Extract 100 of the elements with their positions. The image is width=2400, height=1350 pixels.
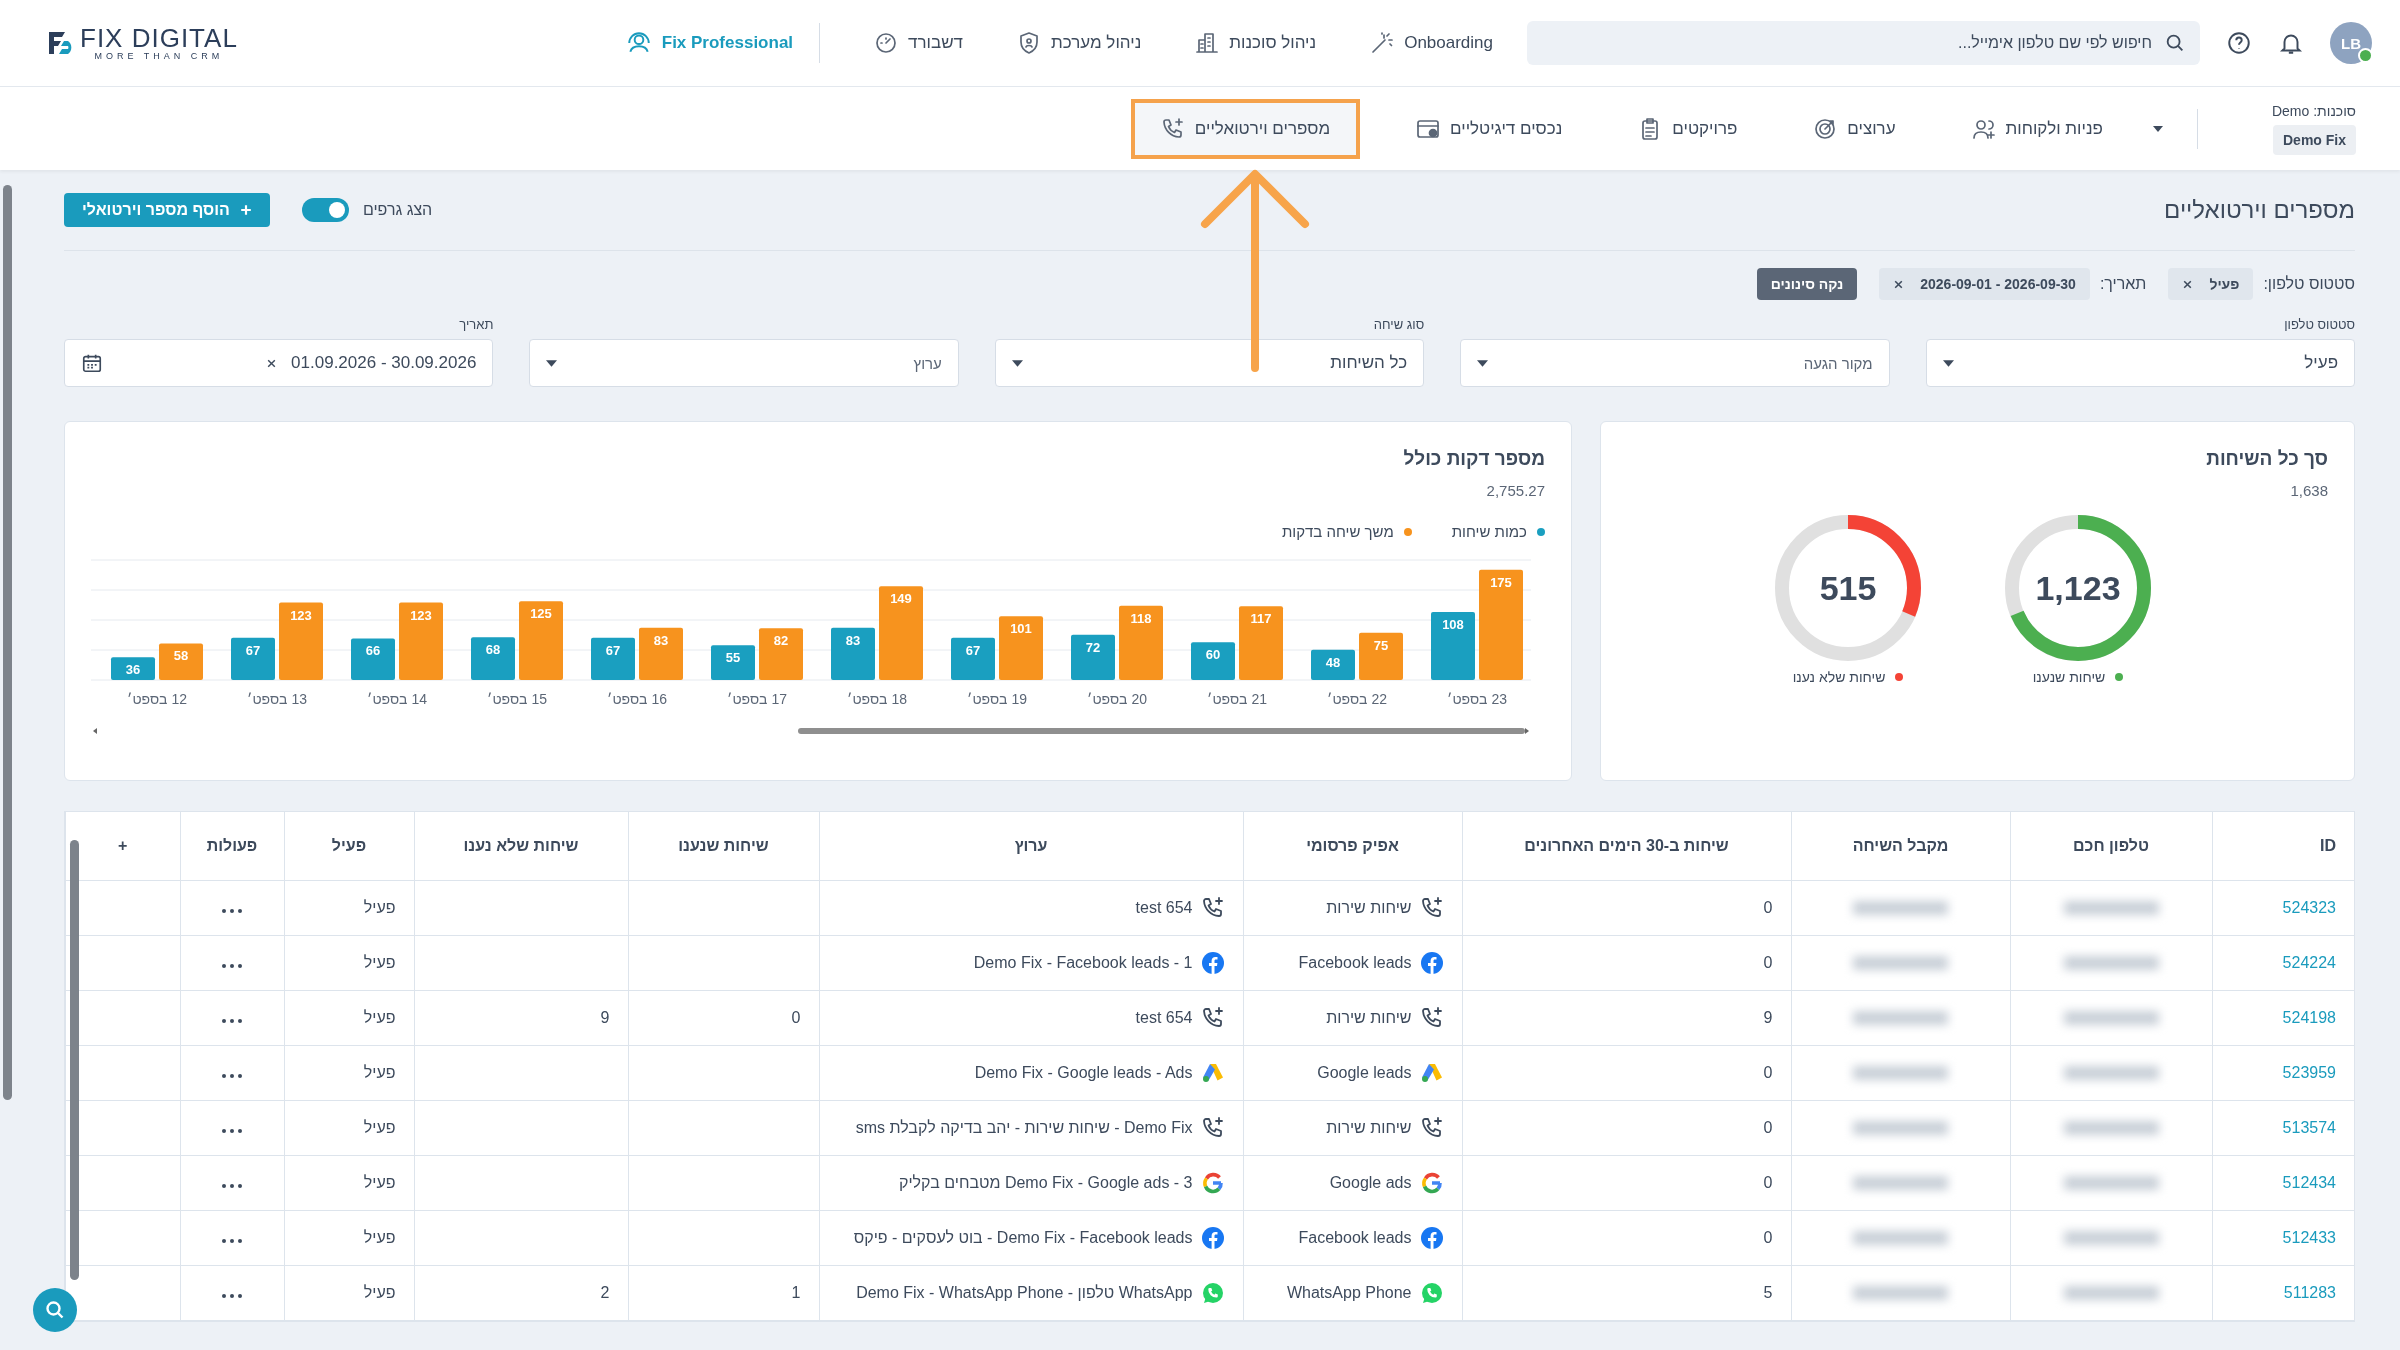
search-field[interactable]: חיפוש לפי שם טלפון אימייל... [1527, 21, 2200, 65]
select-field[interactable]: פעיל [1925, 339, 2355, 387]
more-icon[interactable] [222, 1129, 242, 1133]
data-label: 55 [725, 650, 741, 666]
select-field[interactable]: מקור הגעה [1460, 339, 1890, 387]
bar [831, 627, 875, 680]
table-cell: 0 [1462, 880, 1791, 936]
close-icon[interactable] [2182, 278, 2194, 290]
whatsapp-icon [1419, 1281, 1444, 1305]
more-icon[interactable] [222, 1184, 242, 1188]
brand-tagline: MORE THAN CRM [93, 51, 225, 61]
channel-label: Demo Fix - שיחות שירות - יהב בדיקה לקבלת sms [855, 1119, 1193, 1137]
nav-tab[interactable]: נכסים דיגיטליים [1400, 104, 1579, 153]
select-field[interactable]: כל השיחות [994, 339, 1425, 387]
help-icon[interactable] [2226, 30, 2252, 56]
more-icon[interactable] [222, 1239, 242, 1243]
axis-label: 13 בספט׳ [247, 691, 307, 707]
phone-plus-icon [1419, 1116, 1444, 1140]
data-label: 68 [485, 642, 501, 658]
axis-label: 19 בספט׳ [967, 691, 1027, 707]
source-label: Google leads [1317, 1064, 1412, 1082]
bar [999, 616, 1043, 680]
filter-chip[interactable]: פעיל [2168, 268, 2254, 300]
search-button[interactable] [33, 1288, 77, 1332]
source-label: Facebook leads [1298, 1229, 1412, 1247]
card-title: מספר דקות כולל [1403, 448, 1545, 470]
nav-link[interactable]: Onboarding [1370, 31, 1493, 55]
scrollbar[interactable] [70, 840, 79, 1280]
calendar-icon[interactable] [80, 352, 103, 374]
nav-tab[interactable]: פניות ולקוחות [1955, 104, 2119, 153]
source-label: Facebook leads [1298, 954, 1412, 972]
table-cell: 9 [414, 990, 628, 1046]
bar [639, 627, 683, 680]
more-icon[interactable] [222, 1294, 242, 1298]
nav-tab[interactable]: פרויקטים [1622, 104, 1754, 153]
data-label: 67 [965, 642, 981, 658]
bar [231, 637, 275, 680]
meter-value: 515 [1819, 568, 1877, 608]
nav-tab[interactable]: ערוצים [1797, 104, 1912, 153]
plus-icon [239, 204, 252, 216]
table-cell: 0 [1462, 1045, 1791, 1101]
date-range-field[interactable]: 01.09.2026 - 30.09.2026 [63, 339, 494, 387]
channel-label: Demo Fix - Google ads - 3 מטבחים בקליק [899, 1174, 1193, 1192]
axis-label: 23 בספט׳ [1447, 691, 1507, 707]
axis-label: 20 בספט׳ [1087, 691, 1147, 707]
legend-label: משך שיחה בדקות [1281, 523, 1394, 540]
more-icon[interactable] [222, 964, 242, 968]
close-icon[interactable] [1893, 278, 1905, 290]
source-label: שיחות שירות [1326, 1119, 1412, 1137]
legend-label: שיחות שלא נענו [1792, 669, 1886, 685]
bar [951, 637, 995, 680]
bar [591, 637, 635, 680]
search-input[interactable]: חיפוש לפי שם טלפון אימייל... [1541, 27, 2154, 59]
column-header: ערוץ [819, 812, 1243, 881]
bar [159, 643, 203, 680]
table-cell: 2 [414, 1265, 628, 1321]
channel-label: WhatsApp טלפון - Demo Fix - WhatsApp Phone [856, 1284, 1193, 1302]
select-field[interactable]: ערוץ [529, 339, 959, 387]
clear-filters-button[interactable]: נקה סינונים [1756, 268, 1858, 300]
card-total: 2,755.27 [1486, 482, 1545, 499]
agency-selector[interactable]: Demo Fix [2273, 124, 2356, 155]
nav-link[interactable]: דשבורד [874, 31, 963, 55]
gauge-icon [874, 31, 899, 55]
more-icon[interactable] [222, 1019, 242, 1023]
phone-plus-icon [1200, 1006, 1225, 1030]
status-cell: פעיל [284, 935, 414, 991]
axis-label: 12 בספט׳ [127, 691, 187, 707]
field-label: סטטוס טלפון [2283, 317, 2355, 333]
nav-link[interactable]: ניהול מערכת [1017, 31, 1142, 55]
caret-icon[interactable] [2152, 125, 2163, 132]
agency-label: סוכנות: Demo [2271, 102, 2356, 119]
scrollbar[interactable] [93, 728, 1529, 734]
column-header[interactable]: + [65, 812, 180, 881]
channel-label: Demo Fix - Facebook leads - 1 [973, 954, 1193, 972]
data-label: 123 [410, 607, 432, 623]
toggle-label: הצג גרפים [362, 201, 433, 219]
data-label: 83 [653, 632, 669, 648]
source-label: שיחות שירות [1326, 1009, 1412, 1027]
channel-label: test 654 [1135, 899, 1193, 917]
bar [759, 628, 803, 680]
more-icon[interactable] [222, 909, 242, 913]
nav-link[interactable]: ניהול סוכנות [1195, 31, 1317, 55]
shield-icon [1017, 31, 1041, 55]
magic-wand-icon [1370, 31, 1395, 55]
data-label: 149 [890, 591, 912, 607]
status-cell: פעיל [284, 1210, 414, 1266]
data-label: 117 [1250, 611, 1272, 627]
google-ads-icon [1419, 1061, 1444, 1085]
table-cell: 0 [1462, 935, 1791, 991]
toggle-switch[interactable] [301, 198, 349, 222]
caret-icon [1011, 359, 1023, 367]
filter-chip[interactable]: 2026-09-01 - 2026-09-30 [1879, 268, 2090, 300]
column-header: טלפון חכם [2010, 812, 2212, 881]
scrollbar[interactable] [3, 185, 12, 1100]
whatsapp-icon [1200, 1281, 1225, 1305]
bar [1071, 634, 1115, 680]
page-title: מספרים וירטואליים [2164, 196, 2355, 224]
more-icon[interactable] [222, 1074, 242, 1078]
legend-label: כמות שיחות [1451, 523, 1527, 540]
close-icon[interactable] [266, 357, 278, 369]
